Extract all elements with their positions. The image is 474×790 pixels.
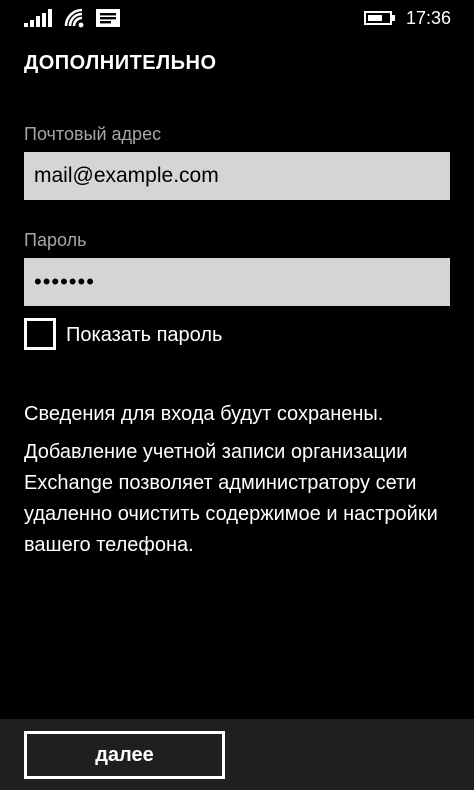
email-label: Почтовый адрес bbox=[24, 124, 162, 144]
status-bar: 17:36 bbox=[0, 0, 474, 36]
battery-icon bbox=[364, 11, 395, 25]
info-exchange-text: Добавление учетной записи организации Ex… bbox=[24, 441, 438, 556]
password-field[interactable]: ••••••• bbox=[24, 258, 450, 306]
wifi-icon bbox=[64, 8, 84, 28]
message-icon bbox=[96, 9, 120, 27]
clock: 17:36 bbox=[406, 8, 452, 28]
email-field[interactable]: mail@example.com bbox=[24, 152, 450, 200]
info-saved-text: Сведения для входа будут сохранены. bbox=[24, 403, 384, 425]
show-password-label[interactable]: Показать пароль bbox=[66, 322, 222, 348]
password-label: Пароль bbox=[24, 230, 87, 250]
next-button[interactable]: далее bbox=[24, 731, 225, 779]
page-title: ДОПОЛНИТЕЛЬНО bbox=[24, 52, 217, 74]
signal-icon bbox=[24, 9, 52, 27]
show-password-checkbox[interactable] bbox=[24, 318, 56, 350]
